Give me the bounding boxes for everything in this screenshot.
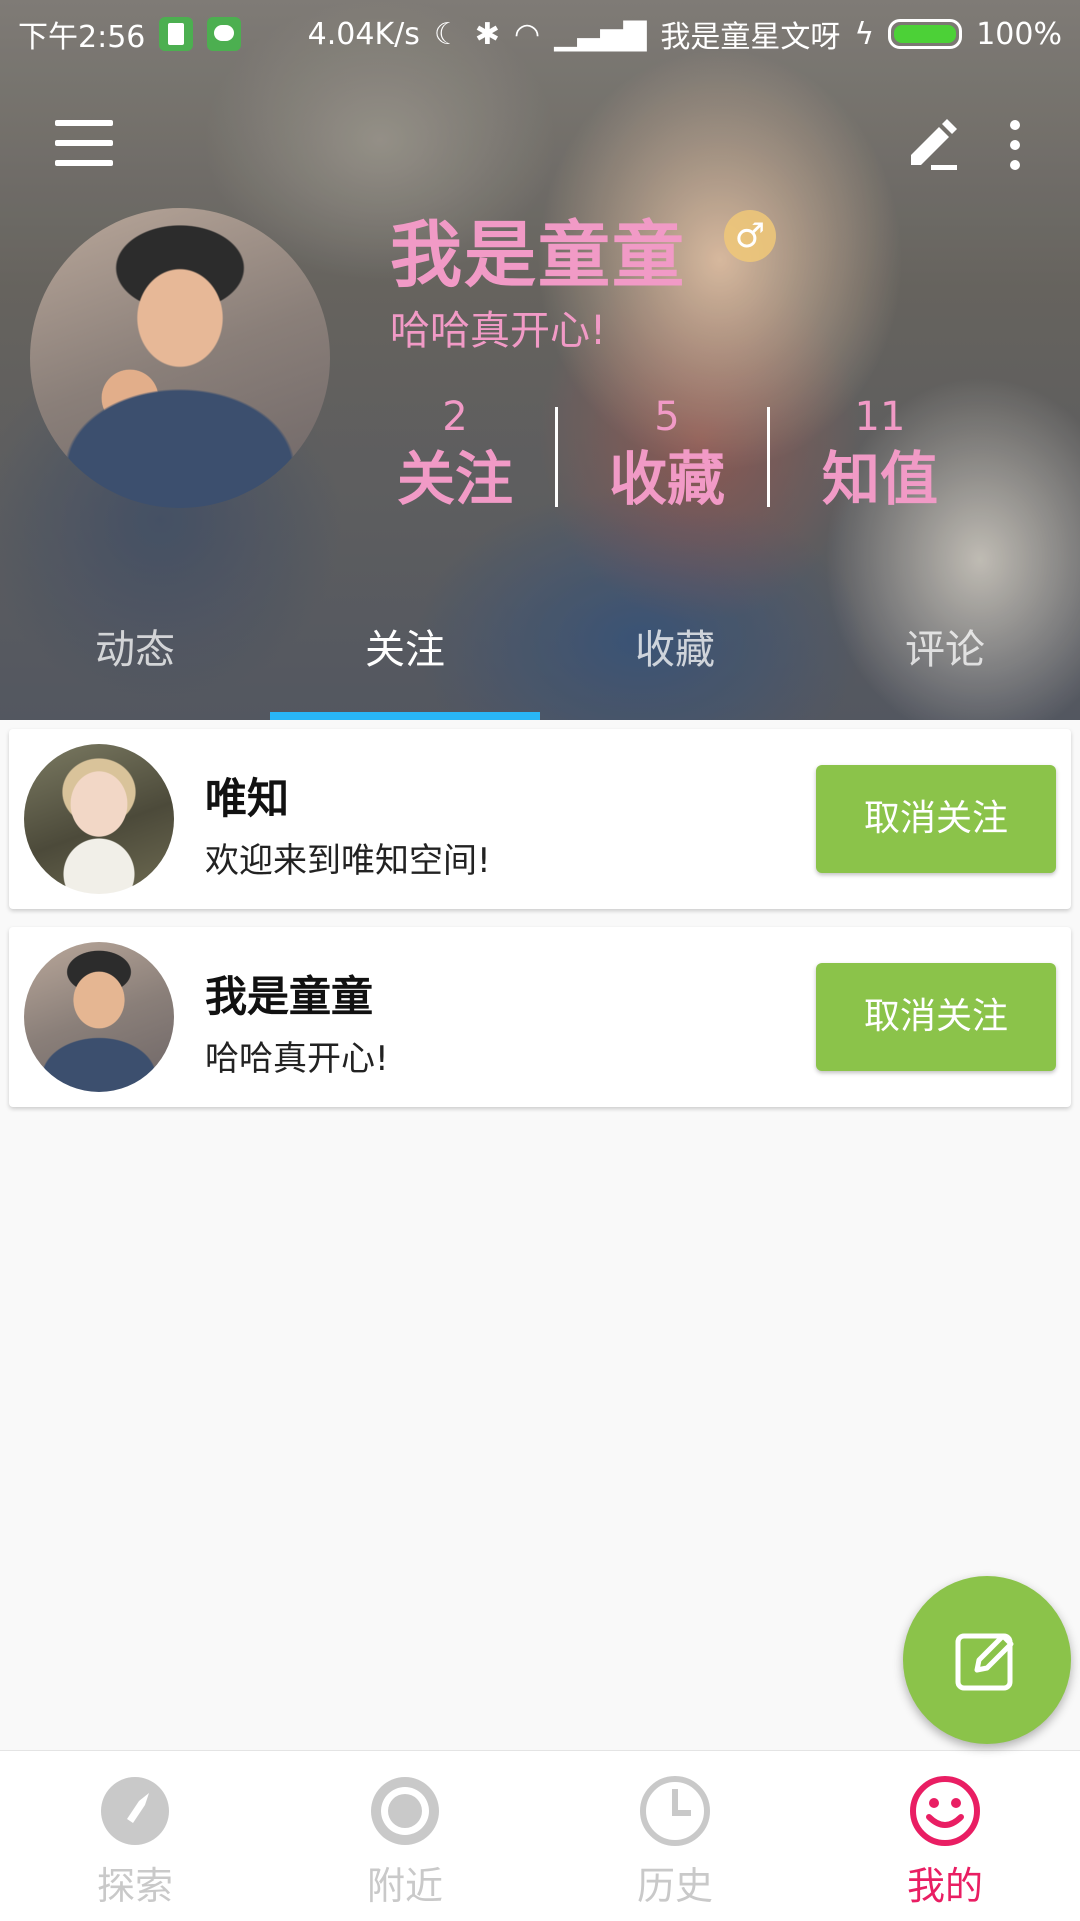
stat-divider (555, 407, 558, 507)
user-avatar[interactable] (24, 744, 174, 894)
stat-label: 关注 (396, 445, 513, 513)
target-icon (371, 1777, 439, 1845)
stat-count: 11 (854, 394, 906, 440)
profile-avatar[interactable] (30, 208, 330, 508)
unfollow-button[interactable]: 取消关注 (816, 963, 1056, 1071)
stat-divider (767, 407, 770, 507)
unfollow-button[interactable]: 取消关注 (816, 765, 1056, 873)
network-speed: 4.04K/s (307, 16, 420, 52)
compose-button[interactable] (903, 1576, 1071, 1744)
nav-mine[interactable]: 我的 (810, 1751, 1080, 1921)
clock-icon (640, 1776, 710, 1846)
stat-label: 知值 (821, 445, 938, 513)
stat-count: 2 (442, 394, 468, 440)
nav-label: 我的 (906, 1864, 983, 1908)
toolbar (0, 90, 1080, 200)
list-item[interactable]: 我是童童 哈哈真开心! 取消关注 (9, 927, 1071, 1107)
user-name: 唯知 (205, 774, 290, 823)
battery-level: 100% (976, 16, 1062, 52)
nav-label: 历史 (636, 1864, 713, 1908)
stat-count: 5 (654, 394, 680, 440)
battery-notification-icon (159, 17, 194, 51)
profile-tabs: 动态 关注 收藏 评论 (0, 610, 1080, 720)
tab-indicator (270, 712, 540, 720)
carrier-name: 我是童星文呀 (660, 20, 841, 55)
menu-icon[interactable] (55, 120, 113, 166)
stat-following[interactable]: 2 关注 (390, 395, 520, 519)
stat-favorites[interactable]: 5 收藏 (602, 395, 732, 519)
profile-stats: 2 关注 5 收藏 11 知值 (390, 395, 950, 525)
tab-following[interactable]: 关注 (270, 610, 540, 690)
user-bio: 欢迎来到唯知空间! (205, 841, 491, 881)
stat-label: 收藏 (608, 445, 725, 513)
list-item[interactable]: 唯知 欢迎来到唯知空间! 取消关注 (9, 729, 1071, 909)
tab-comments[interactable]: 评论 (810, 610, 1080, 690)
moon-icon: ☾ (433, 16, 461, 52)
nav-label: 探索 (96, 1864, 173, 1908)
tab-favorites[interactable]: 收藏 (540, 610, 810, 690)
user-avatar[interactable] (24, 942, 174, 1092)
edit-profile-icon[interactable] (905, 115, 961, 171)
charging-icon: ϟ (854, 16, 875, 52)
nav-label: 附近 (366, 1864, 443, 1908)
bottom-navigation: 探索 附近 历史 我的 (0, 1750, 1080, 1921)
nav-nearby[interactable]: 附近 (270, 1751, 540, 1921)
app-notification-icon (207, 17, 242, 51)
user-name: 我是童童 (205, 972, 374, 1021)
signal-icon: ▁▃▅▇ (554, 16, 647, 52)
compose-icon (955, 1633, 1014, 1691)
smiley-icon (910, 1776, 980, 1846)
profile-name: 我是童童 (390, 213, 687, 297)
more-options-icon[interactable] (1000, 120, 1030, 170)
user-bio: 哈哈真开心! (205, 1039, 389, 1079)
tab-activity[interactable]: 动态 (0, 610, 270, 690)
profile-header: 下午2:56 4.04K/s ☾ ✱ ◠ ▁▃▅▇ 我是童星文呀 ϟ 100% (0, 0, 1080, 720)
nav-history[interactable]: 历史 (540, 1751, 810, 1921)
male-gender-icon: ♂ (724, 210, 776, 262)
battery-icon (888, 19, 963, 49)
nav-explore[interactable]: 探索 (0, 1751, 270, 1921)
bluetooth-icon: ✱ (474, 16, 500, 52)
profile-signature: 哈哈真开心! (390, 308, 607, 354)
wifi-icon: ◠ (513, 16, 541, 52)
stat-zhizhi[interactable]: 11 知值 (815, 395, 945, 519)
compass-icon (101, 1777, 169, 1845)
status-bar: 下午2:56 4.04K/s ☾ ✱ ◠ ▁▃▅▇ 我是童星文呀 ϟ 100% (0, 0, 1080, 62)
status-time: 下午2:56 (18, 20, 146, 55)
